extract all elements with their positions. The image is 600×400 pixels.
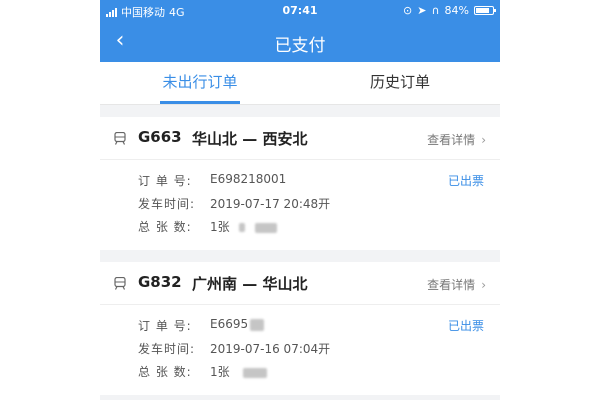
header: 中国移动 4G 07:41 ⊙ ➤ ∩ 84% ‹ 已支付	[100, 0, 500, 62]
route: 广州南 — 华山北	[192, 275, 308, 293]
view-details-link[interactable]: 查看详情 ›	[427, 131, 486, 148]
order-number-cell: E6695	[210, 317, 265, 331]
order-number: E6695	[210, 317, 249, 331]
ticket-count-row: 总 张 数: 1张	[100, 363, 500, 386]
order-card-body: 已出票 订 单 号: E6695 发车时间: 2019-07-16 07:04开…	[100, 305, 500, 395]
departure-label: 发车时间:	[138, 342, 196, 356]
order-card: G832 广州南 — 华山北 查看详情 › 已出票 订 单 号: E6695 发车…	[100, 262, 500, 395]
redacted-mark	[250, 318, 265, 331]
ticket-count-row: 总 张 数: 1张	[100, 218, 500, 241]
view-details-label: 查看详情	[427, 133, 476, 147]
ticket-count-cell: 1张	[210, 218, 278, 235]
train-number: G663	[138, 128, 182, 146]
redacted-mark	[255, 222, 278, 233]
lock-rotation-icon: ⊙	[403, 4, 413, 17]
departure-time: 2019-07-16 07:04开	[210, 342, 331, 356]
tab-history-orders[interactable]: 历史订单	[300, 62, 500, 104]
chevron-right-icon: ›	[481, 278, 486, 292]
battery-icon	[474, 6, 496, 15]
order-card: G663 华山北 — 西安北 查看详情 › 已出票 订 单 号: E6982180…	[100, 117, 500, 250]
order-number-row: 订 单 号: E698218001	[100, 172, 500, 195]
view-details-label: 查看详情	[427, 278, 476, 292]
nav-bar: ‹ 已支付	[100, 22, 500, 62]
status-bar: 中国移动 4G 07:41 ⊙ ➤ ∩ 84%	[100, 0, 500, 22]
phone-screen: 中国移动 4G 07:41 ⊙ ➤ ∩ 84% ‹ 已支付 未出行订单 历史订单	[100, 0, 500, 400]
order-tabs: 未出行订单 历史订单	[100, 62, 500, 105]
order-number-label: 订 单 号:	[138, 319, 192, 333]
ticket-count-label: 总 张 数:	[138, 365, 192, 379]
battery-percent: 84%	[444, 4, 469, 17]
order-card-header[interactable]: G832 广州南 — 华山北 查看详情 ›	[100, 262, 500, 305]
redacted-mark	[243, 367, 268, 378]
order-card-body: 已出票 订 单 号: E698218001 发车时间: 2019-07-17 2…	[100, 160, 500, 250]
train-icon	[114, 277, 126, 290]
route: 华山北 — 西安北	[192, 130, 308, 148]
headphones-icon: ∩	[431, 4, 440, 17]
chevron-right-icon: ›	[481, 133, 486, 147]
view-details-link[interactable]: 查看详情 ›	[427, 276, 486, 293]
location-icon: ➤	[417, 4, 427, 17]
ticket-count: 1张	[210, 220, 230, 234]
tab-upcoming-orders[interactable]: 未出行订单	[100, 62, 300, 104]
departure-label: 发车时间:	[138, 197, 196, 211]
page-title: 已支付	[274, 36, 326, 56]
ticket-count-cell: 1张	[210, 363, 268, 380]
order-number-row: 订 单 号: E6695	[100, 317, 500, 340]
departure-row: 发车时间: 2019-07-17 20:48开	[100, 195, 500, 218]
ticket-count: 1张	[210, 365, 230, 379]
order-number: E698218001	[210, 172, 287, 186]
status-right: ⊙ ➤ ∩ 84%	[403, 4, 496, 17]
redacted-mark	[239, 223, 246, 232]
departure-row: 发车时间: 2019-07-16 07:04开	[100, 340, 500, 363]
ticket-count-label: 总 张 数:	[138, 220, 192, 234]
order-number-label: 订 单 号:	[138, 174, 192, 188]
order-card-header[interactable]: G663 华山北 — 西安北 查看详情 ›	[100, 117, 500, 160]
train-number: G832	[138, 273, 182, 291]
train-icon	[114, 132, 126, 145]
battery-fill	[476, 8, 490, 13]
departure-time: 2019-07-17 20:48开	[210, 197, 331, 211]
